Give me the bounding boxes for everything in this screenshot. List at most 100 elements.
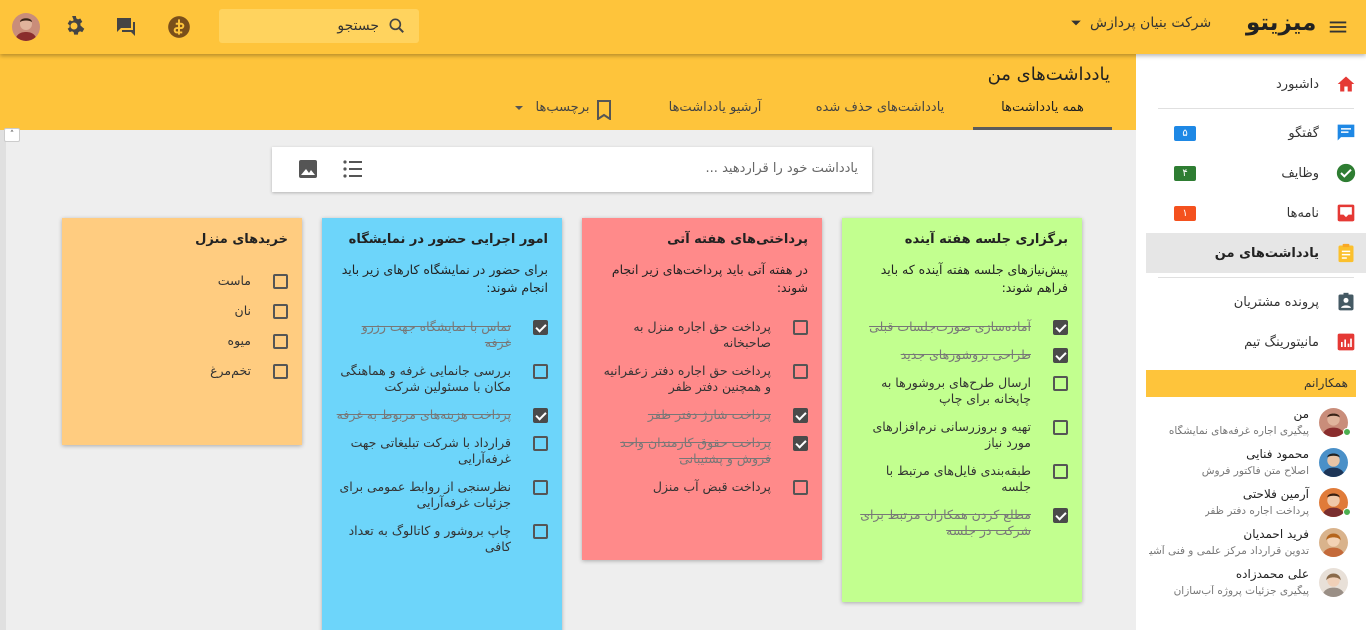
checklist-item-text: پرداخت قبض آب منزل [652,479,771,494]
checklist-item-text: پرداخت شارژ دفتر ظفر [647,407,771,422]
checklist-item: ماست [76,273,288,289]
checklist-item: آماده‌سازی صورت‌جلسات قبلی [856,319,1068,335]
checklist-item-text: بررسی جانمایی غرفه و هماهنگی مکان با مسئ… [340,363,511,394]
count-badge: ۴ [1174,166,1196,181]
checkbox[interactable] [533,436,548,451]
note-checklist: پرداخت حق اجاره منزل به صاحبخانه پرداخت … [596,319,808,495]
checkbox[interactable] [533,408,548,423]
checkbox[interactable] [1053,508,1068,523]
page-header: یادداشت‌های من همه یادداشت‌ها یادداشت‌ها… [0,54,1136,130]
note-checklist: ماست نان میوه تخم‌مرغ [76,273,288,379]
note-card[interactable]: خریدهای منزل ماست نان میوه تخم‌مرغ [62,218,302,445]
checklist-item: طراحی بروشورهای جدید [856,347,1068,363]
checkbox[interactable] [273,364,288,379]
colleague-name: من [1293,407,1309,421]
sidebar-item-team-monitoring[interactable]: مانیتورینگ تیم [1146,322,1366,362]
colleague-item[interactable]: محمود فنایی اصلاح متن فاکتور فروش [1146,443,1366,483]
image-icon[interactable] [298,159,318,179]
inbox-icon [1336,203,1356,223]
sidebar-item-chat[interactable]: گفتگو ۵ [1146,113,1366,153]
sidebar-item-label: یادداشت‌های من [1214,245,1319,261]
hamburger-menu-icon[interactable] [1327,16,1349,38]
checkbox[interactable] [1053,320,1068,335]
avatar [1319,448,1348,477]
sidebar-item-label: مانیتورینگ تیم [1244,334,1319,350]
tab-archived-notes[interactable]: آرشیو یادداشت‌ها [650,98,780,130]
online-indicator [1343,428,1351,436]
checklist-item-text: طبقه‌بندی فایل‌های مرتبط با جلسه [885,463,1031,494]
checklist-item: قرارداد با شرکت تبلیغاتی جهت غرفه‌آرایی [336,435,548,467]
checkbox[interactable] [1053,348,1068,363]
note-card[interactable]: پرداختی‌های هفته آتی در هفته آتی باید پر… [582,218,822,560]
note-card[interactable]: برگزاری جلسه هفته آینده پیش‌نیازهای جلسه… [842,218,1082,602]
checkbox[interactable] [793,480,808,495]
company-selector[interactable]: شرکت بنیان پردازش [1070,15,1211,31]
checkbox[interactable] [533,364,548,379]
user-avatar[interactable] [12,13,40,41]
checklist-item: طبقه‌بندی فایل‌های مرتبط با جلسه [856,463,1068,495]
checkbox[interactable] [793,408,808,423]
checklist-item-text: آماده‌سازی صورت‌جلسات قبلی [869,319,1031,334]
checklist-item: ارسال طرح‌های بروشورها به چاپخانه برای چ… [856,375,1068,407]
checklist-item-text: میوه [227,333,251,348]
checkbox[interactable] [533,524,548,539]
tab-all-notes[interactable]: همه یادداشت‌ها [973,98,1112,130]
sidebar-item-letters[interactable]: نامه‌ها ۱ [1146,193,1366,233]
settings-gear-icon[interactable] [62,14,86,38]
sidebar-item-label: پرونده مشتریان [1233,294,1319,310]
divider [1158,277,1354,278]
collapse-toggle[interactable]: ˄ [4,128,20,142]
colleague-name: آرمین فلاحتی [1242,487,1309,501]
colleague-item[interactable]: من پیگیری اجاره غرفه‌های نمایشگاه [1146,403,1366,443]
note-icon [1336,243,1356,263]
checklist-item: نظرسنجی از روابط عمومی برای جزئیات غرفه‌… [336,479,548,511]
tab-labels[interactable]: برچسب‌ها [505,98,620,130]
checkbox[interactable] [793,436,808,451]
search-input[interactable]: جستجو [337,18,379,34]
app-logo[interactable]: میزیتو [1246,10,1317,36]
checkbox[interactable] [533,480,548,495]
divider [1158,108,1354,109]
note-card[interactable]: امور اجرایی حضور در نمایشگاه برای حضور د… [322,218,562,630]
checklist-item-text: تماس با نمایشگاه جهت رزرو غرفه [361,319,511,350]
checklist-item: تماس با نمایشگاه جهت رزرو غرفه [336,319,548,351]
checkbox[interactable] [793,364,808,379]
new-note-input[interactable]: یادداشت خود را قراردهید ... [272,147,872,192]
tab-deleted-notes[interactable]: یادداشت‌های حذف شده [795,98,965,130]
note-title: امور اجرایی حضور در نمایشگاه [348,232,548,247]
checkbox[interactable] [273,334,288,349]
search-box[interactable]: جستجو [219,9,419,43]
checklist-icon[interactable] [342,159,364,179]
checkbox[interactable] [1053,376,1068,391]
company-name: شرکت بنیان پردازش [1090,15,1212,31]
checkbox[interactable] [273,304,288,319]
sidebar-item-dashboard[interactable]: داشبورد [1146,64,1366,104]
sidebar-item-my-notes[interactable]: یادداشت‌های من [1146,233,1366,273]
search-icon[interactable] [387,16,407,36]
checkbox[interactable] [1053,464,1068,479]
chat-icon[interactable] [114,15,138,39]
home-icon [1336,74,1356,94]
count-badge: ۱ [1174,206,1196,221]
note-title: برگزاری جلسه هفته آینده [904,232,1068,247]
checklist-item: نان [76,303,288,319]
checklist-item-text: ماست [217,273,251,288]
checklist-item-text: چاپ بروشور و کاتالوگ به تعداد کافی [348,523,511,554]
checklist-item-text: نظرسنجی از روابط عمومی برای جزئیات غرفه‌… [339,479,511,510]
checkbox[interactable] [533,320,548,335]
help-coin-icon[interactable] [166,14,192,40]
checkbox[interactable] [1053,420,1068,435]
checklist-item-text: طراحی بروشورهای جدید [900,347,1031,362]
bookmark-icon [596,100,612,120]
sidebar-item-label: نامه‌ها [1286,205,1319,221]
sidebar-item-tasks[interactable]: وظایف ۴ [1146,153,1366,193]
sidebar-item-customer-files[interactable]: پرونده مشتریان [1146,282,1366,322]
caret-down-icon [514,103,524,113]
checkbox[interactable] [273,274,288,289]
caret-down-icon [1070,17,1082,29]
colleague-item[interactable]: علی محمدزاده پیگیری جزئیات پروژه آب‌سازا… [1146,563,1366,603]
checkbox[interactable] [793,320,808,335]
colleague-item[interactable]: آرمین فلاحتی پرداخت اجاره دفتر ظفر [1146,483,1366,523]
contact-card-icon [1336,292,1356,312]
colleague-item[interactable]: فرید احمدیان تدوین قرارداد مرکز علمی و ف… [1146,523,1366,563]
